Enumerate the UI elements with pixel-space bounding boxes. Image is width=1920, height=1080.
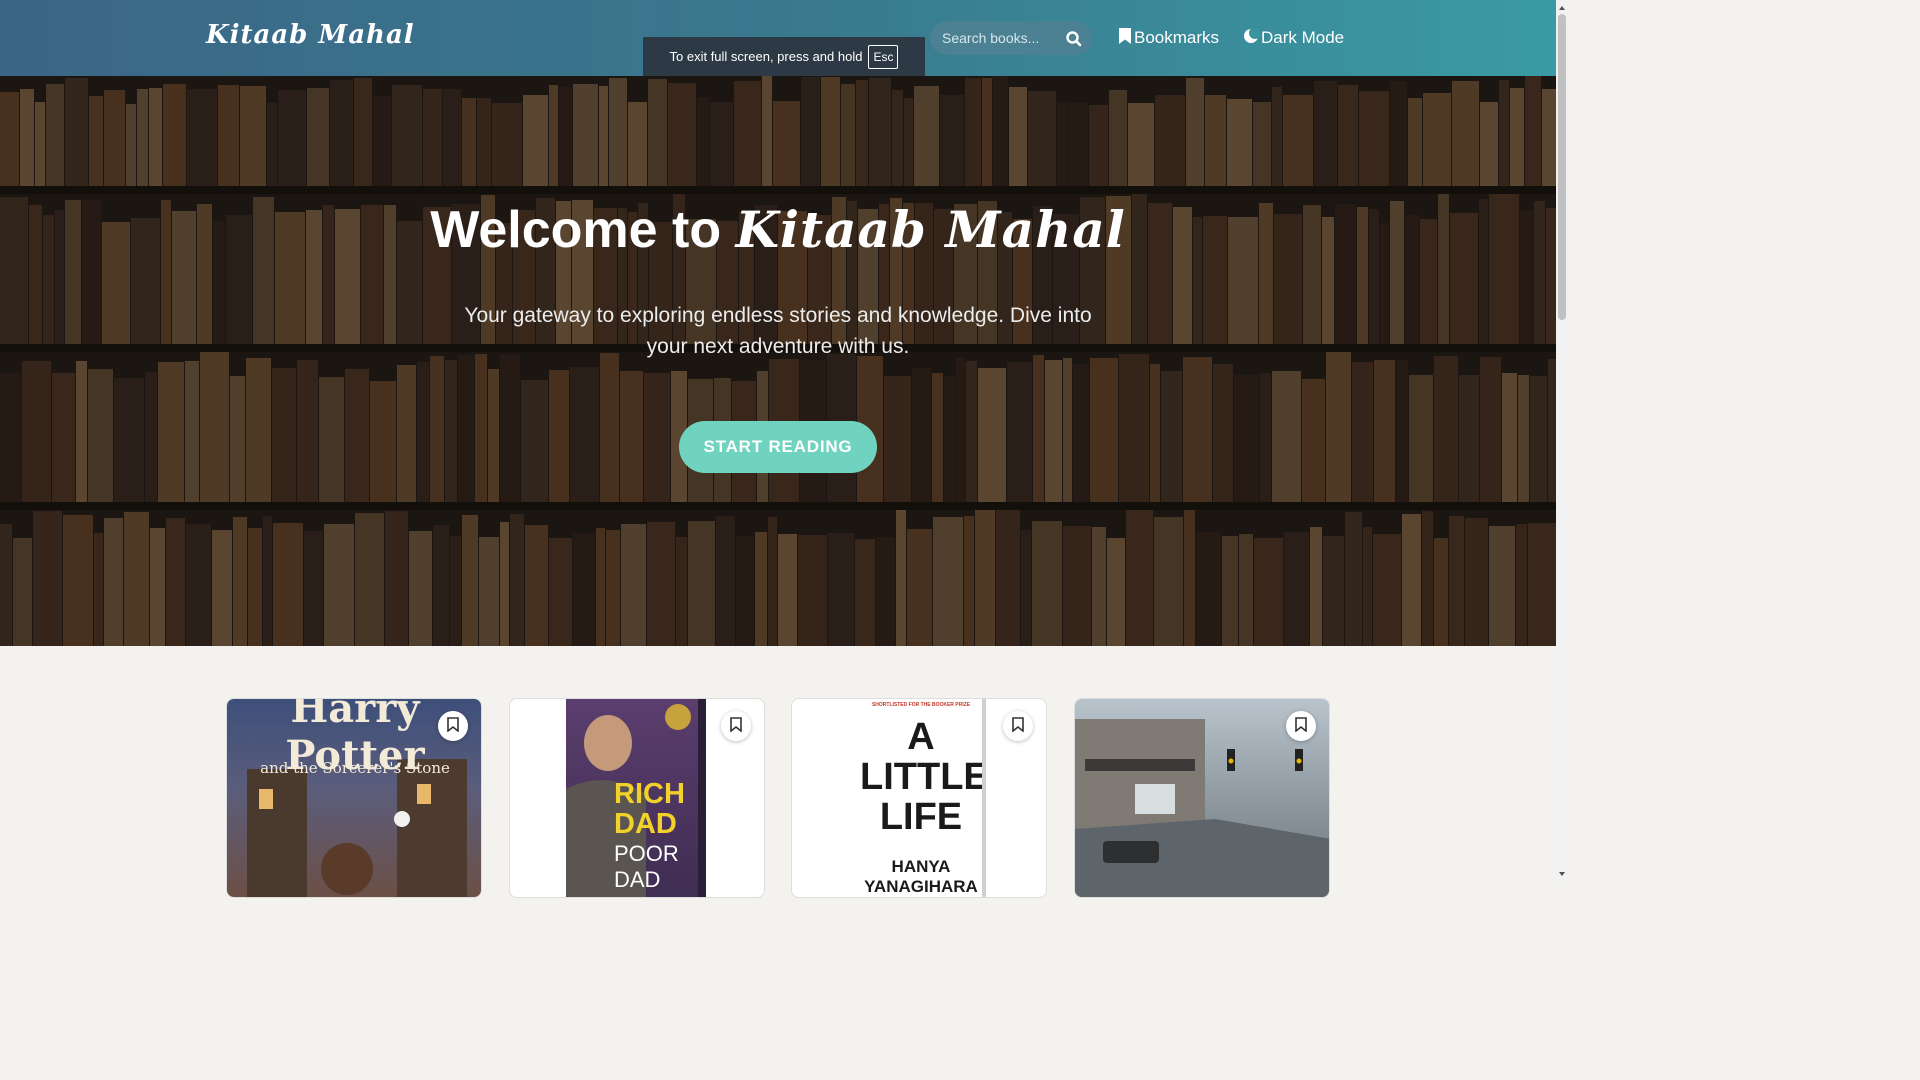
- bookmark-icon: [1118, 27, 1132, 50]
- book-subtitle-text: POOR DAD: [614, 841, 679, 892]
- moon-icon: [1243, 26, 1261, 49]
- book-cover-image: SHORTLISTED FOR THE BOOKER PRIZE A LITTL…: [856, 699, 986, 897]
- bookmarks-link[interactable]: Bookmarks: [1118, 25, 1219, 51]
- fullscreen-exit-notice: To exit full screen, press and hold Esc: [643, 37, 925, 76]
- hero-subtitle: Your gateway to exploring endless storie…: [464, 304, 1092, 358]
- fullscreen-notice-text: To exit full screen, press and hold: [669, 49, 863, 64]
- bookmark-button[interactable]: [1286, 711, 1316, 741]
- book-card[interactable]: [1074, 698, 1330, 898]
- book-card[interactable]: Harry Potter and the Sorcerer's Stone: [226, 698, 482, 898]
- dark-mode-toggle[interactable]: Dark Mode: [1243, 25, 1344, 51]
- page-scrollbar[interactable]: [1556, 0, 1568, 882]
- bookmark-button[interactable]: [721, 711, 751, 741]
- bookmark-button[interactable]: [1003, 711, 1033, 741]
- bookmark-icon: [1295, 716, 1307, 736]
- search-icon[interactable]: [1064, 29, 1084, 49]
- bookmarks-label: Bookmarks: [1134, 28, 1220, 47]
- hero-title-prefix: Welcome to: [430, 201, 722, 259]
- brand-logo[interactable]: Kitaab Mahal: [206, 20, 415, 50]
- book-subtitle-text: and the Sorcerer's Stone: [260, 759, 450, 777]
- start-reading-button[interactable]: START READING: [679, 421, 877, 473]
- hero-section: Welcome to Kitaab Mahal Your gateway to …: [0, 76, 1556, 646]
- book-author-text: HANYA YANAGIHARA: [864, 857, 978, 896]
- book-card[interactable]: RICH DAD POOR DAD: [509, 698, 765, 898]
- scrollbar-thumb[interactable]: [1558, 14, 1566, 320]
- bookmark-icon: [730, 716, 742, 736]
- hero-title: Welcome to Kitaab Mahal: [0, 200, 1556, 260]
- book-card[interactable]: SHORTLISTED FOR THE BOOKER PRIZE A LITTL…: [791, 698, 1047, 898]
- bookmark-icon: [447, 716, 459, 736]
- search-box: [930, 21, 1092, 55]
- esc-key-badge: Esc: [868, 44, 899, 69]
- dark-mode-label: Dark Mode: [1261, 28, 1345, 47]
- book-title-text: RICH DAD: [614, 778, 685, 840]
- search-input[interactable]: [942, 21, 1060, 55]
- hero-title-brand: Kitaab Mahal: [735, 200, 1126, 259]
- bookmark-button[interactable]: [438, 711, 468, 741]
- scroll-up-arrow-icon[interactable]: [1558, 3, 1566, 13]
- scroll-down-arrow-icon[interactable]: [1558, 869, 1566, 879]
- book-banner-text: SHORTLISTED FOR THE BOOKER PRIZE: [871, 702, 971, 708]
- book-title-text: A LITTLE LIFE: [860, 716, 986, 838]
- book-cover-image: RICH DAD POOR DAD: [566, 699, 706, 897]
- bookmark-icon: [1012, 716, 1024, 736]
